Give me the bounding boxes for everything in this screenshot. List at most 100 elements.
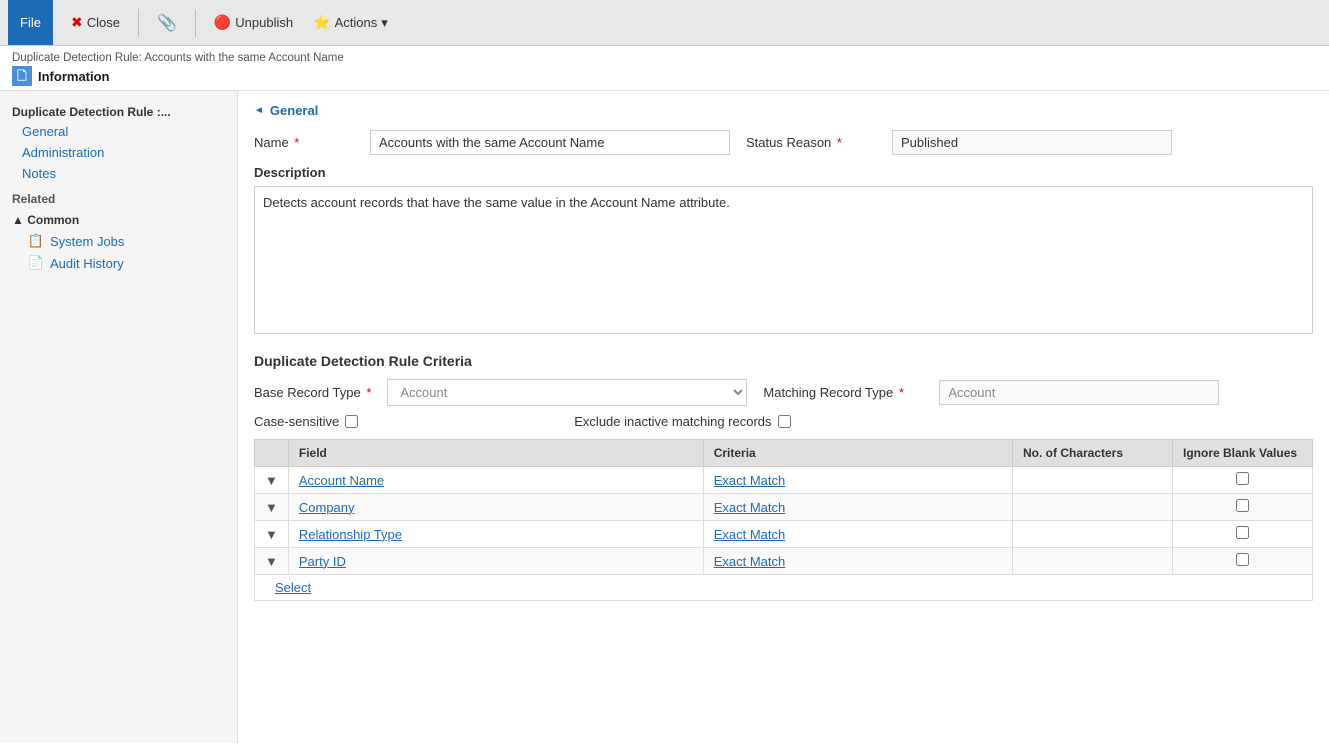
case-sensitive-checkbox[interactable] [345,415,358,428]
actions-label: Actions [335,15,378,30]
description-label: Description [254,165,1313,180]
field-link-3[interactable]: Party ID [299,554,346,569]
criteria-link-0[interactable]: Exact Match [714,473,786,488]
sidebar: Duplicate Detection Rule :... General Ad… [0,91,238,743]
separator-1 [138,9,139,37]
field-cell-0[interactable]: Account Name [288,467,703,494]
unpublish-button[interactable]: 🔴 Unpublish [206,10,301,35]
field-link-2[interactable]: Relationship Type [299,527,402,542]
select-link[interactable]: Select [265,575,321,600]
separator-2 [195,9,196,37]
unpublish-icon: 🔴 [214,14,231,31]
exclude-inactive-checkbox[interactable] [778,415,791,428]
attach-icon: 📎 [157,13,177,33]
ignore-blank-cell-0 [1173,467,1313,494]
expand-cell-1[interactable]: ▼ [255,494,289,521]
base-record-type-select[interactable]: Account [387,379,747,406]
name-required-star: * [291,135,300,150]
table-row: ▼ Account Name Exact Match [255,467,1313,494]
page-title: 🗋 Information [12,66,1317,86]
sidebar-item-audit-history[interactable]: 📄 Audit History [0,252,237,274]
col-criteria: Criteria [703,440,1012,467]
criteria-link-1[interactable]: Exact Match [714,500,786,515]
section-toggle-icon: ◄ [254,105,264,116]
no-chars-cell-0 [1013,467,1173,494]
case-sensitive-label: Case-sensitive [254,414,339,429]
criteria-cell-0[interactable]: Exact Match [703,467,1012,494]
toolbar: File ✖ Close 📎 🔴 Unpublish ⭐ Actions ▾ [0,0,1329,46]
actions-arrow-icon: ▾ [381,15,388,31]
no-chars-cell-3 [1013,548,1173,575]
field-link-1[interactable]: Company [299,500,355,515]
expand-cell-0[interactable]: ▼ [255,467,289,494]
criteria-cell-2[interactable]: Exact Match [703,521,1012,548]
base-required-star: * [363,385,372,400]
file-button[interactable]: File [8,0,53,45]
case-sensitive-row: Case-sensitive [254,414,358,429]
ignore-blank-cell-3 [1173,548,1313,575]
content-area: ◄ General Name * Status Reason * Descrip… [238,91,1329,743]
sidebar-item-administration[interactable]: Administration [0,142,237,163]
criteria-link-2[interactable]: Exact Match [714,527,786,542]
sidebar-item-general[interactable]: General [0,121,237,142]
matching-record-type-input[interactable] [939,380,1219,405]
col-field: Field [288,440,703,467]
name-status-row: Name * Status Reason * [254,130,1313,155]
sidebar-common-group[interactable]: ▲ Common [0,210,237,230]
criteria-cell-3[interactable]: Exact Match [703,548,1012,575]
breadcrumb: Duplicate Detection Rule: Accounts with … [12,52,1317,64]
expand-cell-2[interactable]: ▼ [255,521,289,548]
no-chars-cell-2 [1013,521,1173,548]
criteria-cell-1[interactable]: Exact Match [703,494,1012,521]
field-cell-1[interactable]: Company [288,494,703,521]
sidebar-related-label: Related [0,184,237,210]
matching-required-star: * [895,385,904,400]
status-reason-label: Status Reason * [746,135,876,150]
criteria-section: Duplicate Detection Rule Criteria Base R… [254,353,1313,601]
page-title-text: Information [38,69,110,84]
page-header: Duplicate Detection Rule: Accounts with … [0,46,1329,91]
ignore-blank-checkbox-2[interactable] [1236,526,1249,539]
sidebar-audit-history-label: Audit History [50,256,124,271]
field-cell-2[interactable]: Relationship Type [288,521,703,548]
exclude-inactive-row: Exclude inactive matching records [574,414,790,429]
table-row: ▼ Party ID Exact Match [255,548,1313,575]
col-expand [255,440,289,467]
ignore-blank-cell-2 [1173,521,1313,548]
sidebar-item-system-jobs[interactable]: 📋 System Jobs [0,230,237,252]
base-record-type-label: Base Record Type * [254,385,371,400]
unpublish-label: Unpublish [235,15,293,30]
audit-history-icon: 📄 [28,255,44,271]
criteria-table: Field Criteria No. of Characters Ignore … [254,439,1313,601]
matching-record-type-label: Matching Record Type * [763,385,923,400]
description-textarea[interactable]: Detects account records that have the sa… [254,186,1313,334]
system-jobs-icon: 📋 [28,233,44,249]
attach-button[interactable]: 📎 [149,9,185,37]
col-no-of-chars: No. of Characters [1013,440,1173,467]
field-cell-3[interactable]: Party ID [288,548,703,575]
status-reason-input[interactable] [892,130,1172,155]
ignore-blank-checkbox-0[interactable] [1236,472,1249,485]
expand-cell-3[interactable]: ▼ [255,548,289,575]
ignore-blank-checkbox-3[interactable] [1236,553,1249,566]
close-button[interactable]: ✖ Close [63,10,128,35]
sidebar-item-notes[interactable]: Notes [0,163,237,184]
criteria-row-2: Case-sensitive Exclude inactive matching… [254,414,1313,429]
general-section-title: General [270,103,318,118]
exclude-inactive-label: Exclude inactive matching records [574,414,771,429]
actions-button[interactable]: ⭐ Actions ▾ [305,10,396,35]
criteria-link-3[interactable]: Exact Match [714,554,786,569]
close-icon: ✖ [71,14,83,31]
page-title-icon: 🗋 [12,66,32,86]
name-input[interactable] [370,130,730,155]
sidebar-system-jobs-label: System Jobs [50,234,124,249]
name-label: Name * [254,135,354,150]
criteria-section-title: Duplicate Detection Rule Criteria [254,353,1313,369]
criteria-row-1: Base Record Type * Account Matching Reco… [254,379,1313,406]
ignore-blank-checkbox-1[interactable] [1236,499,1249,512]
general-section-header[interactable]: ◄ General [254,103,1313,118]
close-label: Close [87,15,120,30]
col-ignore-blank: Ignore Blank Values [1173,440,1313,467]
table-row: ▼ Relationship Type Exact Match [255,521,1313,548]
field-link-0[interactable]: Account Name [299,473,384,488]
